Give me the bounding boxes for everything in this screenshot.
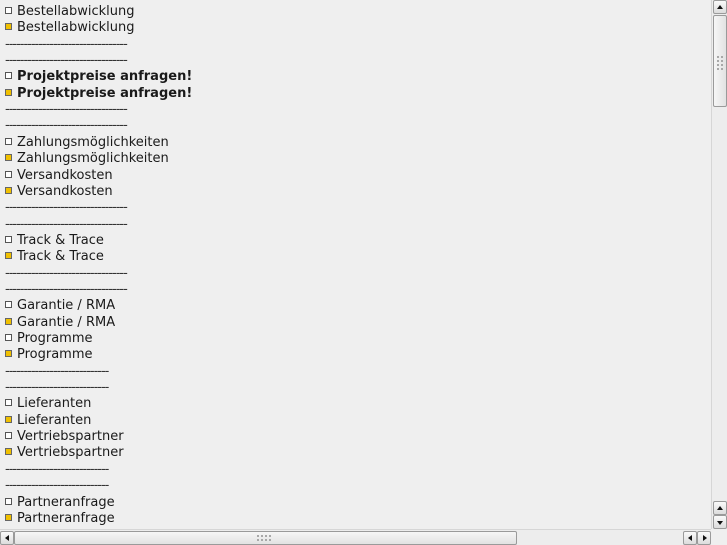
menu-item[interactable]: Projektpreise anfragen! [5, 86, 192, 102]
horizontal-scroll-thumb[interactable] [14, 531, 517, 545]
arrow-up-icon [717, 5, 723, 9]
bullet-selected-icon [5, 89, 12, 96]
horizontal-scrollbar[interactable] [0, 529, 711, 545]
vertical-scrollbar[interactable] [711, 0, 727, 529]
menu-item[interactable]: Garantie / RMA [5, 298, 115, 314]
menu-item-label: Zahlungsmöglichkeiten [17, 151, 169, 166]
menu-item-label: Projektpreise anfragen! [17, 86, 193, 101]
menu-item[interactable]: Zahlungsmöglichkeiten [5, 135, 169, 151]
bullet-icon [5, 301, 12, 308]
separator-line: ---------------------------- [5, 380, 109, 395]
separator-line: --------------------------------- [5, 266, 128, 281]
bullet-icon [5, 138, 12, 145]
menu-item[interactable]: Lieferanten [5, 396, 91, 412]
menu-item[interactable]: Track & Trace [5, 233, 104, 249]
menu-item-label: Partneranfrage [17, 495, 115, 510]
bullet-icon [5, 334, 12, 341]
scroll-right-button[interactable] [697, 531, 711, 545]
menu-item-label: Zahlungsmöglichkeiten [17, 135, 169, 150]
menu-item[interactable]: Vertriebspartner [5, 429, 124, 445]
menu-item-label: Lieferanten [17, 413, 92, 428]
menu-item-label: Lieferanten [17, 396, 92, 411]
menu-item-label: Partneranfrage [17, 511, 115, 526]
separator-line: --------------------------------- [5, 217, 128, 232]
menu-item-label: Vertriebspartner [17, 429, 124, 444]
menu-item[interactable]: Versandkosten [5, 184, 113, 200]
bullet-icon [5, 399, 12, 406]
menu-item-label: Vertriebspartner [17, 445, 124, 460]
scroll-left-button-right[interactable] [683, 531, 697, 545]
arrow-up-icon [717, 506, 723, 510]
bullet-icon [5, 432, 12, 439]
bullet-selected-icon [5, 23, 12, 30]
menu-item-label: Track & Trace [17, 233, 104, 248]
bullet-icon [5, 171, 12, 178]
scrollbar-corner [711, 529, 727, 545]
separator-line: ---------------------------- [5, 462, 109, 477]
menu-item[interactable]: Lieferanten [5, 413, 91, 429]
menu-item-label: Programme [17, 331, 93, 346]
menu-item[interactable]: Projektpreise anfragen! [5, 69, 192, 85]
separator-line: --------------------------------- [5, 53, 128, 68]
menu-item-label: Track & Trace [17, 249, 104, 264]
bullet-selected-icon [5, 416, 12, 423]
menu-item-label: Programme [17, 347, 93, 362]
separator-line: --------------------------------- [5, 118, 128, 133]
menu-item-label: Versandkosten [17, 184, 113, 199]
menu-item[interactable]: Garantie / RMA [5, 315, 115, 331]
menu-item[interactable]: Programme [5, 331, 93, 347]
separator-line: ---------------------------- [5, 478, 109, 493]
menu-item[interactable]: Versandkosten [5, 168, 113, 184]
bullet-selected-icon [5, 448, 12, 455]
bullet-icon [5, 236, 12, 243]
menu-item-label: Projektpreise anfragen! [17, 69, 193, 84]
arrow-right-icon [703, 535, 707, 541]
menu-item[interactable]: Partneranfrage [5, 511, 115, 527]
bullet-selected-icon [5, 350, 12, 357]
menu-item[interactable]: Partneranfrage [5, 495, 115, 511]
separator-line: ---------------------------- [5, 364, 109, 379]
menu-item[interactable]: Zahlungsmöglichkeiten [5, 151, 169, 167]
menu-item[interactable]: Vertriebspartner [5, 445, 124, 461]
bullet-icon [5, 498, 12, 505]
bullet-icon [5, 72, 12, 79]
menu-item[interactable]: Bestellabwicklung [5, 4, 135, 20]
menu-item-label: Garantie / RMA [17, 298, 116, 313]
arrow-left-icon [5, 535, 9, 541]
bullet-selected-icon [5, 318, 12, 325]
separator-line: --------------------------------- [5, 282, 128, 297]
menu-list: Bestellabwicklung Bestellabwicklung ------… [0, 0, 711, 529]
separator-line: --------------------------------- [5, 102, 128, 117]
scroll-up-button[interactable] [713, 0, 727, 14]
menu-item-label: Bestellabwicklung [17, 20, 135, 35]
scroll-down-button[interactable] [713, 515, 727, 529]
scroll-left-button[interactable] [0, 531, 14, 545]
separator-line: --------------------------------- [5, 200, 128, 215]
vertical-scroll-thumb[interactable] [713, 15, 727, 107]
menu-item-label: Garantie / RMA [17, 315, 116, 330]
arrow-down-icon [717, 521, 723, 525]
menu-item-label: Bestellabwicklung [17, 4, 135, 19]
separator-line: --------------------------------- [5, 37, 128, 52]
bullet-selected-icon [5, 514, 12, 521]
bullet-selected-icon [5, 252, 12, 259]
menu-item[interactable]: Programme [5, 347, 93, 363]
arrow-left-icon [688, 535, 692, 541]
bullet-selected-icon [5, 187, 12, 194]
bullet-icon [5, 7, 12, 14]
menu-item-label: Versandkosten [17, 168, 113, 183]
scroll-down-button-upper[interactable] [713, 501, 727, 515]
bullet-selected-icon [5, 154, 12, 161]
menu-item[interactable]: Bestellabwicklung [5, 20, 135, 36]
menu-item[interactable]: Track & Trace [5, 249, 104, 265]
